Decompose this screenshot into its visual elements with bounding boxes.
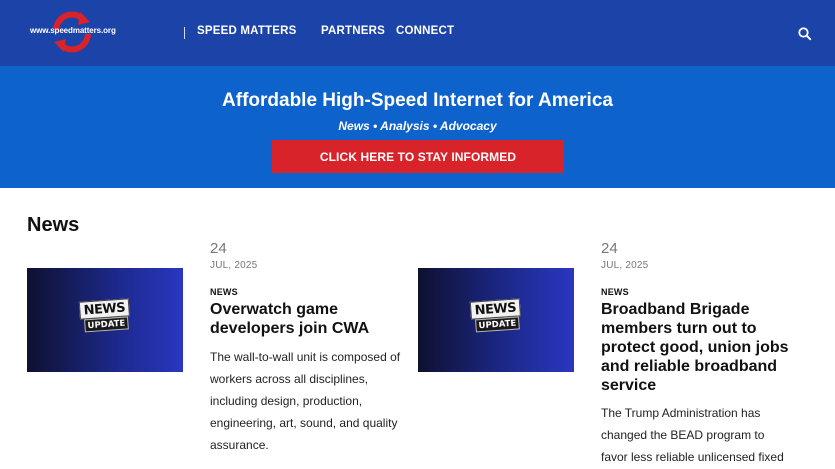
site-logo[interactable]: www.speedmatters.org	[28, 8, 128, 56]
stay-informed-button[interactable]: CLICK HERE TO STAY INFORMED	[272, 140, 564, 173]
nav-connect[interactable]: CONNECT	[396, 25, 454, 37]
hero-title: Affordable High-Speed Internet for Ameri…	[222, 90, 613, 111]
nav-divider	[184, 27, 185, 39]
nav-speed-matters[interactable]: SPEED MATTERS	[197, 25, 297, 37]
top-navigation: www.speedmatters.org SPEED MATTERS PARTN…	[0, 0, 835, 66]
nav-partners[interactable]: PARTNERS	[321, 25, 385, 37]
article-thumbnail[interactable]: NEWS UPDATE	[418, 268, 574, 372]
article-date-month: JUL, 2025	[210, 260, 258, 271]
hero-subtitle: News • Analysis • Advocacy	[338, 119, 497, 133]
search-icon[interactable]	[797, 26, 813, 42]
logo-url-text: www.speedmatters.org	[30, 26, 116, 35]
badge-bottom-text: UPDATE	[84, 316, 129, 333]
article-date-month: JUL, 2025	[601, 260, 649, 271]
article-date-day: 24	[210, 240, 227, 257]
news-update-badge: NEWS UPDATE	[77, 298, 133, 338]
article-category[interactable]: NEWS	[210, 287, 238, 297]
news-update-badge: NEWS UPDATE	[468, 298, 524, 338]
news-heading: News	[27, 214, 80, 236]
article-category[interactable]: NEWS	[601, 287, 629, 297]
hero-banner: Affordable High-Speed Internet for Ameri…	[0, 66, 835, 188]
badge-bottom-text: UPDATE	[475, 316, 520, 333]
article-thumbnail[interactable]: NEWS UPDATE	[27, 268, 183, 372]
article-excerpt: The wall-to-wall unit is composed of wor…	[210, 350, 401, 452]
article-title[interactable]: Broadband Brigade members turn out to pr…	[601, 300, 796, 395]
article-title[interactable]: Overwatch game developers join CWA	[210, 300, 390, 338]
article-date-day: 24	[601, 240, 618, 257]
article-excerpt: The Trump Administration has changed the…	[601, 406, 784, 464]
